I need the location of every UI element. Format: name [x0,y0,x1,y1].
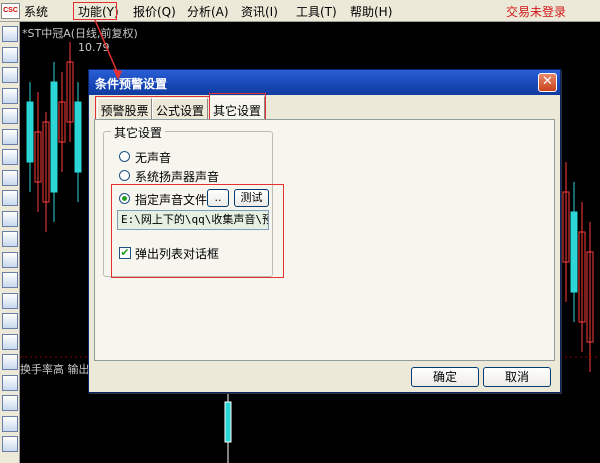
arrow-head [113,69,122,80]
arrow-line [94,19,119,75]
annotation-arrow [94,19,122,80]
